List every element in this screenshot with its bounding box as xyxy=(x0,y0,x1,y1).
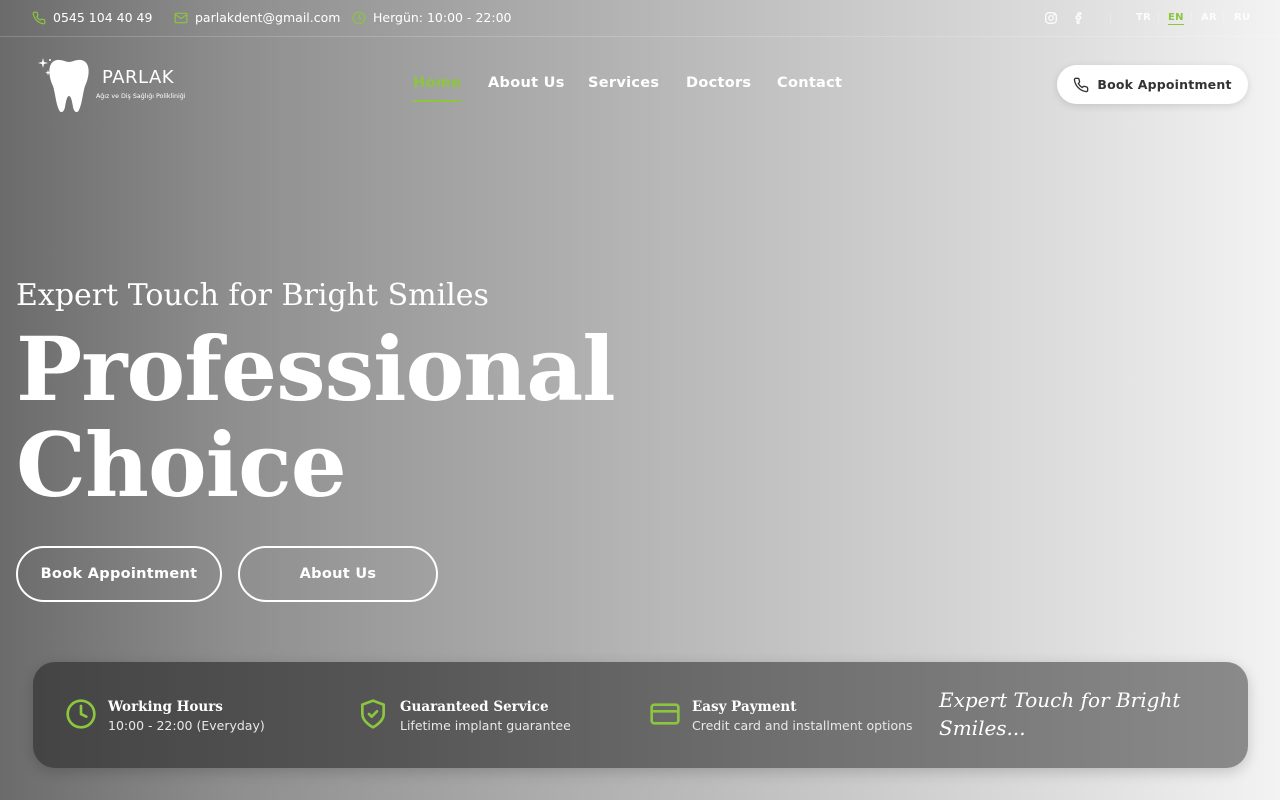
email-text: parlakdent@gmail.com xyxy=(195,10,341,25)
logo-subtitle: Ağız ve Diş Sağlığı Polikliniği xyxy=(96,93,186,100)
feature-desc: 10:00 - 22:00 (Everyday) xyxy=(108,718,265,733)
divider xyxy=(1158,12,1159,23)
shield-check-icon xyxy=(361,699,385,729)
phone-text: 0545 104 40 49 xyxy=(53,10,153,25)
phone-icon xyxy=(1074,77,1089,92)
feature-title: Working Hours xyxy=(108,699,223,715)
lang-ar[interactable]: AR xyxy=(1201,12,1217,23)
book-appointment-button[interactable]: Book Appointment xyxy=(16,546,222,602)
book-appointment-label: Book Appointment xyxy=(1097,77,1232,92)
hero-title-line2: Choice xyxy=(16,413,347,517)
feature-desc: Credit card and installment options xyxy=(692,718,913,733)
feature-title: Easy Payment xyxy=(692,699,797,715)
hours-text: Hergün: 10:00 - 22:00 xyxy=(373,10,512,25)
divider xyxy=(1110,12,1111,23)
top-info-bar: 0545 104 40 49 parlakdent@gmail.com Herg… xyxy=(0,0,1280,37)
logo[interactable]: PARLAK Ağız ve Diş Sağlığı Polikliniği xyxy=(38,56,198,116)
nav-about-us[interactable]: About Us xyxy=(488,75,565,91)
divider xyxy=(1223,12,1224,23)
book-appointment-header-button[interactable]: Book Appointment xyxy=(1057,65,1248,104)
credit-card-icon xyxy=(650,703,680,725)
lang-tr[interactable]: TR xyxy=(1136,12,1151,23)
about-us-button[interactable]: About Us xyxy=(238,546,438,602)
tooth-logo-icon xyxy=(38,58,89,113)
hours-info: Hergün: 10:00 - 22:00 xyxy=(352,10,511,25)
clock-icon xyxy=(66,699,96,729)
instagram-icon[interactable] xyxy=(1044,11,1058,25)
phone-icon xyxy=(32,11,46,24)
hero-title: Professional Choice xyxy=(16,317,616,517)
hero-subtitle: Expert Touch for Bright Smiles xyxy=(16,278,489,313)
mail-icon xyxy=(174,12,188,23)
logo-name: PARLAK xyxy=(102,67,175,88)
nav-contact[interactable]: Contact xyxy=(777,75,842,91)
phone-link[interactable]: 0545 104 40 49 xyxy=(32,10,152,25)
lang-en[interactable]: EN xyxy=(1168,12,1184,25)
facebook-icon[interactable] xyxy=(1072,11,1086,25)
features-bar: Working Hours 10:00 - 22:00 (Everyday) G… xyxy=(33,662,1248,768)
divider xyxy=(1191,12,1192,23)
tagline: Expert Touch for Bright Smiles... xyxy=(939,688,1181,740)
feature-desc: Lifetime implant guarantee xyxy=(400,718,571,733)
clock-icon xyxy=(352,11,366,24)
nav-services[interactable]: Services xyxy=(588,75,659,91)
feature-title: Guaranteed Service xyxy=(400,699,549,715)
nav-home[interactable]: Home xyxy=(413,75,462,102)
email-link[interactable]: parlakdent@gmail.com xyxy=(174,10,340,25)
lang-ru[interactable]: RU xyxy=(1234,12,1250,23)
hero-title-line1: Professional xyxy=(16,317,616,421)
nav-doctors[interactable]: Doctors xyxy=(686,75,751,91)
